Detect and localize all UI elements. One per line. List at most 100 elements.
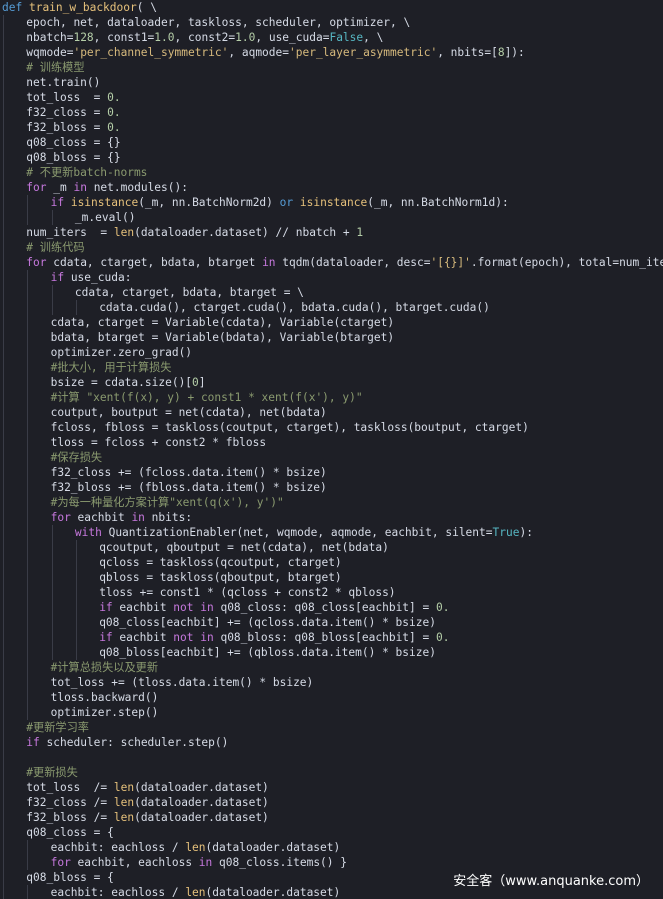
indent-guide [27,315,29,330]
code-token: len [185,841,206,854]
code-text: f32_closs = 0. [26,105,120,120]
code-line[interactable]: q08_closs = { [0,825,663,840]
indent-guide [27,330,29,345]
code-line[interactable]: if eachbit not in q08_closs: q08_closs[e… [0,600,663,615]
code-line[interactable]: #计算 "xent(f(x), y) + const1 * xent(f(x')… [0,390,663,405]
code-line[interactable]: with QuantizationEnabler(net, wqmode, aq… [0,525,663,540]
indent-guide [27,840,29,855]
code-line[interactable]: tot_loss = 0. [0,90,663,105]
code-line[interactable]: if isinstance(_m, nn.BatchNorm2d) or isi… [0,195,663,210]
code-line[interactable]: for cdata, ctarget, bdata, btarget in tq… [0,255,663,270]
code-text: #保存损失 [51,450,103,465]
code-token: 0. [107,106,121,119]
code-line[interactable]: tloss.backward() [0,690,663,705]
code-line[interactable]: for eachbit in nbits: [0,510,663,525]
indent-guide [51,645,53,660]
code-line[interactable]: eachbit: eachloss / len(dataloader.datas… [0,840,663,855]
code-line[interactable]: bsize = cdata.size()[0] [0,375,663,390]
indent-guide [3,360,4,375]
code-line[interactable]: qcoutput, qboutput = net(cdata), net(bda… [0,540,663,555]
code-line[interactable]: wqmode='per_channel_symmetric', aqmode='… [0,45,663,60]
indent-guide [75,615,77,630]
code-line[interactable]: f32_bloss += (fbloss.data.item() * bsize… [0,480,663,495]
code-line[interactable]: num_iters = len(dataloader.dataset) // n… [0,225,663,240]
code-line[interactable]: if use_cuda: [0,270,663,285]
code-line[interactable]: q08_closs = {} [0,135,663,150]
code-line[interactable]: q08_closs[eachbit] += (qcloss.data.item(… [0,615,663,630]
code-line[interactable]: def train_w_backdoor( \ [0,0,663,15]
code-line[interactable]: coutput, boutput = net(cdata), net(bdata… [0,405,663,420]
indent-guide [27,360,29,375]
indent-guide [3,120,4,135]
code-line[interactable]: f32_bloss /= len(dataloader.dataset) [0,810,663,825]
code-token: net.train() [26,76,101,89]
code-line[interactable]: #计算总损失以及更新 [0,660,663,675]
code-line[interactable]: f32_bloss = 0. [0,120,663,135]
code-text: def train_w_backdoor( \ [2,0,157,15]
code-token: in [73,181,87,194]
indent-guide [3,75,4,90]
code-line[interactable]: #批大小, 用于计算损失 [0,360,663,375]
code-line[interactable]: tloss += const1 * (qcloss + const2 * qbl… [0,585,663,600]
code-text: bdata, btarget = Variable(bdata), Variab… [51,330,395,345]
code-line[interactable]: q08_bloss[eachbit] += (qbloss.data.item(… [0,645,663,660]
code-line[interactable]: tloss = fcloss + const2 * fbloss [0,435,663,450]
code-line[interactable]: f32_closs += (fcloss.data.item() * bsize… [0,465,663,480]
code-editor[interactable]: def train_w_backdoor( \ epoch, net, datal… [0,0,663,899]
code-line[interactable]: tot_loss += (tloss.data.item() * bsize) [0,675,663,690]
code-token: #更新学习率 [26,721,89,734]
code-text: _m.eval() [75,210,136,225]
code-line[interactable]: net.train() [0,75,663,90]
code-line[interactable]: if eachbit not in q08_bloss: q08_bloss[e… [0,630,663,645]
site-watermark: 安全客（www.anquanke.com） [453,874,649,889]
code-line[interactable]: qbloss = taskloss(qboutput, btarget) [0,570,663,585]
code-line[interactable]: nbatch=128, const1=1.0, const2=1.0, use_… [0,30,663,45]
code-line[interactable]: epoch, net, dataloader, taskloss, schedu… [0,15,663,30]
code-line[interactable]: cdata, ctarget = Variable(cdata), Variab… [0,315,663,330]
code-line[interactable]: #更新损失 [0,765,663,780]
code-line[interactable]: # 训练代码 [0,240,663,255]
indent-guide [3,345,4,360]
code-line[interactable]: fcloss, fbloss = taskloss(coutput, ctarg… [0,420,663,435]
indent-guide [3,165,4,180]
code-line[interactable]: tot_loss /= len(dataloader.dataset) [0,780,663,795]
code-line[interactable]: f32_closs /= len(dataloader.dataset) [0,795,663,810]
code-line[interactable]: #保存损失 [0,450,663,465]
code-line[interactable]: #为每一种量化方案计算"xent(q(x'), y')" [0,495,663,510]
code-token: # 训练模型 [26,61,85,74]
code-token: cdata, ctarget = Variable(cdata), Variab… [50,316,395,329]
code-token: tloss += const1 * (qcloss + const2 * qbl… [99,586,396,599]
indent-guide [3,255,4,270]
code-line[interactable]: for eachbit, eachloss in q08_closs.items… [0,855,663,870]
indent-guide [27,705,29,720]
code-line[interactable]: cdata, ctarget, bdata, btarget = \ [0,285,663,300]
code-token: qcoutput, qboutput = net(cdata), net(bda… [99,541,389,554]
code-line[interactable]: q08_bloss = {} [0,150,663,165]
indent-guide [3,705,4,720]
code-line[interactable]: optimizer.step() [0,705,663,720]
code-line[interactable]: f32_closs = 0. [0,105,663,120]
code-line[interactable]: #更新学习率 [0,720,663,735]
code-line[interactable]: optimizer.zero_grad() [0,345,663,360]
indent-guide [75,630,77,645]
code-line[interactable]: cdata.cuda(), ctarget.cuda(), bdata.cuda… [0,300,663,315]
indent-guide [75,555,77,570]
code-token: not in [173,631,214,644]
indent-guide [75,300,77,315]
code-token: in [198,856,213,869]
code-line[interactable]: if scheduler: scheduler.step() [0,735,663,750]
code-token: tot_loss += (tloss.data.item() * bsize) [50,676,314,689]
code-token: 128 [73,31,94,44]
indent-guide [27,420,29,435]
code-text: # 训练代码 [26,240,84,255]
code-line[interactable]: qcloss = taskloss(qcoutput, ctarget) [0,555,663,570]
code-line[interactable]: bdata, btarget = Variable(bdata), Variab… [0,330,663,345]
code-line[interactable]: _m.eval() [0,210,663,225]
indent-guide [27,630,29,645]
code-token: len [113,811,135,824]
code-line[interactable] [0,750,663,765]
code-line[interactable]: for _m in net.modules(): [0,180,663,195]
code-line[interactable]: # 不更新batch-norms [0,165,663,180]
code-line[interactable]: # 训练模型 [0,60,663,75]
